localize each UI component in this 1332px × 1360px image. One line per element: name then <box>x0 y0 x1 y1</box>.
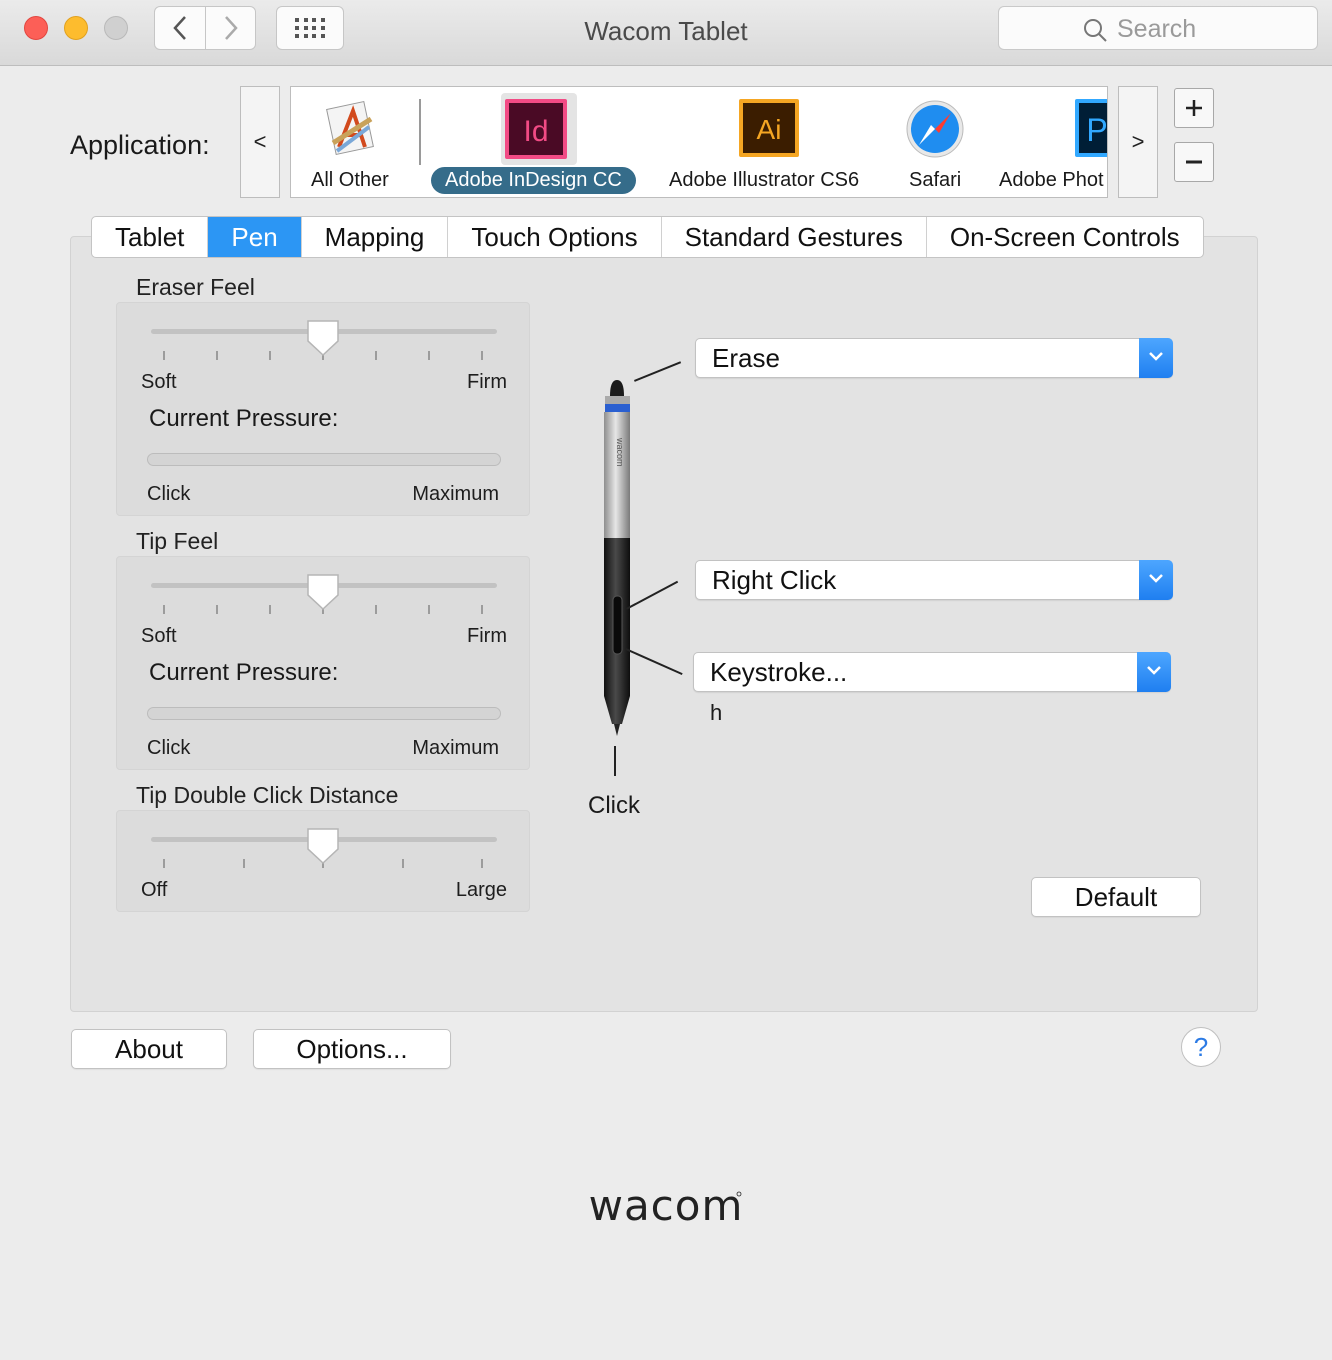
wacom-logo: wacom <box>0 1181 1332 1233</box>
eraser-pressure-maximum-label: Maximum <box>412 483 499 505</box>
upper-button-action-dropdown[interactable]: Right Click <box>695 560 1173 600</box>
all-other-icon <box>326 100 374 156</box>
pen-illustration: wacom <box>604 380 630 736</box>
app-scroll-left-button[interactable]: < <box>240 86 280 198</box>
chevron-down-icon <box>1149 352 1163 361</box>
eraser-feel-slider-thumb[interactable] <box>306 319 340 357</box>
title-bar: Wacom Tablet <box>0 0 1332 66</box>
eraser-feel-group: Soft Firm Current Pressure: Click Maximu… <box>116 302 530 516</box>
app-name: Adobe Illustrator CS6 <box>669 169 860 191</box>
tip-soft-label: Soft <box>141 625 177 647</box>
app-name: All Other <box>311 169 389 191</box>
dropdown-arrow <box>1139 560 1173 600</box>
double-click-distance-title: Tip Double Click Distance <box>136 782 399 808</box>
eraser-pressure-bar <box>147 453 501 466</box>
photoshop-icon-text: P <box>1086 112 1107 148</box>
tip-firm-label: Firm <box>467 625 507 647</box>
minus-icon <box>1186 160 1202 164</box>
photoshop-icon: P <box>1075 99 1107 157</box>
eraser-pressure-click-label: Click <box>147 483 191 505</box>
tip-feel-title: Tip Feel <box>136 528 219 554</box>
indesign-icon: Id <box>505 99 567 159</box>
tab-mapping[interactable]: Mapping <box>302 217 449 257</box>
indesign-icon-text: Id <box>523 115 548 148</box>
app-name-selected: Adobe InDesign CC <box>431 167 636 194</box>
chevron-down-icon <box>1149 574 1163 583</box>
about-button[interactable]: About <box>71 1029 227 1069</box>
double-click-slider-thumb[interactable] <box>306 827 340 865</box>
tip-pressure-maximum-label: Maximum <box>412 737 499 759</box>
wacom-logo-mark: wacom <box>589 1181 744 1230</box>
tip-feel-group: Soft Firm Current Pressure: Click Maximu… <box>116 556 530 770</box>
eraser-soft-label: Soft <box>141 371 177 393</box>
app-separator <box>419 99 421 165</box>
plus-icon <box>1186 100 1202 116</box>
search-field[interactable] <box>998 6 1318 50</box>
eraser-firm-label: Firm <box>467 371 507 393</box>
eraser-feel-title: Eraser Feel <box>136 274 255 300</box>
double-click-distance-group: Off Large <box>116 810 530 912</box>
app-item-safari[interactable]: Safari <box>895 87 995 197</box>
tip-leader-line <box>614 746 616 776</box>
tip-pressure-bar <box>147 707 501 720</box>
wacom-logo-text: wacom <box>589 1184 744 1228</box>
tab-pen[interactable]: Pen <box>208 217 302 257</box>
app-name: Safari <box>909 169 962 191</box>
chevron-down-icon <box>1147 666 1161 675</box>
app-scroll-right-button[interactable]: > <box>1118 86 1158 198</box>
search-input[interactable] <box>1117 15 1307 43</box>
lower-button-action-dropdown[interactable]: Keystroke... <box>693 652 1171 692</box>
lower-button-action-value: Keystroke... <box>710 657 848 687</box>
pen-brand-text: wacom <box>615 437 625 467</box>
tab-standard-gestures[interactable]: Standard Gestures <box>662 217 927 257</box>
app-item-indesign[interactable]: Id Adobe InDesign CC <box>431 87 649 197</box>
tip-feel-slider-thumb[interactable] <box>306 573 340 611</box>
dropdown-arrow <box>1137 652 1171 692</box>
safari-icon <box>906 100 964 158</box>
app-item-illustrator[interactable]: Ai Adobe Illustrator CS6 <box>655 87 875 197</box>
options-button[interactable]: Options... <box>253 1029 451 1069</box>
tip-action-label: Click <box>588 792 640 819</box>
tip-pressure-click-label: Click <box>147 737 191 759</box>
tab-touch-options[interactable]: Touch Options <box>448 217 662 257</box>
upper-button-action-value: Right Click <box>712 565 837 595</box>
keystroke-value: h <box>710 700 723 725</box>
double-click-large-label: Large <box>455 879 507 901</box>
eraser-action-value: Erase <box>712 343 780 373</box>
tab-tablet[interactable]: Tablet <box>92 217 209 257</box>
help-button[interactable]: ? <box>1181 1027 1221 1067</box>
application-label: Application: <box>70 130 210 160</box>
add-application-button[interactable] <box>1174 88 1214 128</box>
illustrator-icon: Ai <box>739 99 799 157</box>
dropdown-arrow <box>1139 338 1173 378</box>
app-name: Adobe Phot <box>999 169 1104 191</box>
app-item-photoshop[interactable]: P Adobe Phot <box>985 87 1107 197</box>
default-button[interactable]: Default <box>1031 877 1201 917</box>
tab-bar: Tablet Pen Mapping Touch Options Standar… <box>91 216 1204 258</box>
illustrator-icon-text: Ai <box>757 114 782 145</box>
double-click-off-label: Off <box>141 879 168 901</box>
tab-on-screen-controls[interactable]: On-Screen Controls <box>927 217 1203 257</box>
tip-current-pressure-label: Current Pressure: <box>149 659 339 686</box>
eraser-current-pressure-label: Current Pressure: <box>149 405 339 432</box>
app-item-all-other[interactable]: All Other <box>291 87 417 197</box>
application-list: All Other Id Adobe InDesign CC Ai Adobe … <box>290 86 1108 198</box>
search-icon <box>1084 19 1107 42</box>
eraser-action-dropdown[interactable]: Erase <box>695 338 1173 378</box>
remove-application-button[interactable] <box>1174 142 1214 182</box>
